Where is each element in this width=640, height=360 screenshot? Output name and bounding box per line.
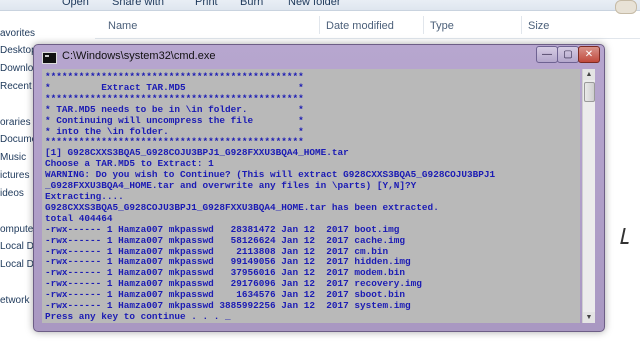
maximize-button[interactable]: ▢ xyxy=(557,46,579,63)
console-line: -rwx------ 1 Hamza007 mkpasswd 99149056 … xyxy=(45,256,411,268)
console-line: _G928FXXU3BQA4_HOME.tar and overwrite an… xyxy=(45,180,417,192)
column-date-modified[interactable]: Date modified xyxy=(326,20,394,32)
console-line: * Extract TAR.MD5 * xyxy=(45,81,304,93)
cmd-window[interactable]: C:\Windows\system32\cmd.exe — ▢ ✕ ******… xyxy=(33,44,605,332)
console-output[interactable]: ****************************************… xyxy=(42,69,580,323)
console-line: Choose a TAR.MD5 to Extract: 1 xyxy=(45,158,214,170)
console-line: -rwx------ 1 Hamza007 mkpasswd 58126624 … xyxy=(45,234,406,246)
nav-favorites[interactable]: avorites xyxy=(0,28,35,39)
console-line: -rwx------ 1 Hamza007 mkpasswd 388599225… xyxy=(45,300,411,312)
nav-libraries[interactable]: oraries xyxy=(0,117,31,128)
new-folder-button[interactable]: New folder xyxy=(288,0,341,8)
console-line: -rwx------ 1 Hamza007 mkpasswd 29176096 … xyxy=(45,278,422,290)
console-line: ****************************************… xyxy=(45,136,304,148)
mouse-cursor-icon xyxy=(620,228,632,244)
scroll-down-arrow-icon[interactable]: ▼ xyxy=(583,312,595,323)
console-line: -rwx------ 1 Hamza007 mkpasswd 2113808 J… xyxy=(45,245,389,257)
minimize-button[interactable]: — xyxy=(536,46,558,63)
column-headers: Name Date modified Type Size xyxy=(95,12,640,39)
open-button[interactable]: Open xyxy=(62,0,89,8)
console-line: -rwx------ 1 Hamza007 mkpasswd 1634576 J… xyxy=(45,289,406,301)
nav-pictures[interactable]: ictures xyxy=(0,170,29,181)
console-line: * Continuing will uncompress the file * xyxy=(45,114,304,126)
cmd-title-bar[interactable]: C:\Windows\system32\cmd.exe — ▢ ✕ xyxy=(34,45,604,67)
explorer-toolbar: Open Share with Print Burn New folder xyxy=(0,0,640,11)
nav-local-disk-d[interactable]: Local Di xyxy=(0,259,36,270)
close-button[interactable]: ✕ xyxy=(578,46,600,63)
console-line: ****************************************… xyxy=(45,71,304,82)
nav-music[interactable]: Music xyxy=(0,152,26,163)
scroll-up-arrow-icon[interactable]: ▲ xyxy=(583,69,595,80)
nav-computer[interactable]: omputer xyxy=(0,224,37,235)
console-line: Press any key to continue . . . _ xyxy=(45,310,231,322)
console-text: ****************************************… xyxy=(42,69,580,323)
nav-network[interactable]: etwork xyxy=(0,295,29,306)
cmd-icon[interactable] xyxy=(42,52,57,64)
nav-videos[interactable]: ideos xyxy=(0,188,24,199)
console-line: WARNING: Do you wish to Continue? (This … xyxy=(45,169,496,181)
cmd-window-title: C:\Windows\system32\cmd.exe xyxy=(62,50,216,62)
nav-local-disk-c[interactable]: Local Di xyxy=(0,241,36,252)
column-name[interactable]: Name xyxy=(108,20,137,32)
console-line: [1] G928CXXS3BQA5_G928COJU3BPJ1_G928FXXU… xyxy=(45,147,349,159)
nav-documents[interactable]: Docume xyxy=(0,134,37,145)
console-line: * TAR.MD5 needs to be in \in folder. * xyxy=(45,103,304,115)
column-type[interactable]: Type xyxy=(430,20,454,32)
console-line: ****************************************… xyxy=(45,92,304,104)
console-line: total 404464 xyxy=(45,212,113,224)
console-line: -rwx------ 1 Hamza007 mkpasswd 37956016 … xyxy=(45,267,406,279)
column-size[interactable]: Size xyxy=(528,20,549,32)
scroll-thumb[interactable] xyxy=(584,82,595,102)
nav-desktop[interactable]: Desktop xyxy=(0,45,37,56)
console-line: Extracting.... xyxy=(45,190,124,202)
vertical-scrollbar[interactable]: ▲ ▼ xyxy=(582,69,595,323)
burn-button[interactable]: Burn xyxy=(240,0,263,8)
share-with-button[interactable]: Share with xyxy=(112,0,164,8)
console-line: * into the \in folder. * xyxy=(45,125,304,137)
console-line: G928CXXS3BQA5_G928COJU3BPJ1_G928FXXU3BQA… xyxy=(45,201,439,213)
print-button[interactable]: Print xyxy=(195,0,218,8)
console-line: -rwx------ 1 Hamza007 mkpasswd 28381472 … xyxy=(45,223,400,235)
